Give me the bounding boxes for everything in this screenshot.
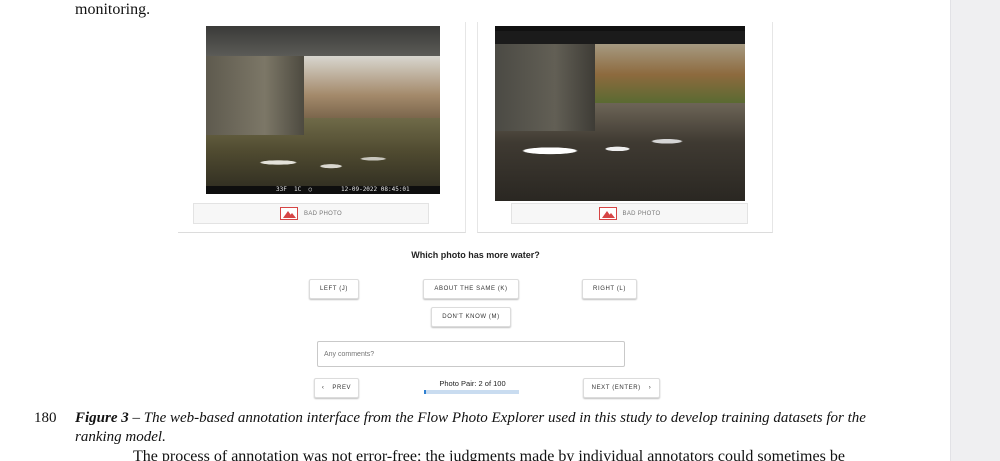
caption-label: Figure 3	[75, 410, 129, 426]
dont-know-button[interactable]: DON'T KNOW (M)	[431, 307, 511, 327]
figure-annotation-interface: 33F 1C ○ 12-09-2022 08:45:01 BAD PHOTO B…	[178, 22, 773, 400]
about-the-same-button[interactable]: ABOUT THE SAME (K)	[423, 279, 519, 299]
progress-bar	[424, 390, 519, 394]
next-label: NEXT (ENTER)	[591, 385, 641, 391]
chevron-right-icon: ›	[648, 385, 652, 391]
left-photo[interactable]: 33F 1C ○ 12-09-2022 08:45:01	[206, 26, 440, 194]
bad-photo-label: BAD PHOTO	[304, 210, 342, 217]
viewer-gutter	[950, 0, 1000, 461]
bad-photo-label: BAD PHOTO	[622, 210, 661, 217]
caption-text: – The web-based annotation interface fro…	[75, 410, 866, 445]
line-number: 180	[34, 410, 57, 426]
left-photo-timestamp: 33F 1C ○ 12-09-2022 08:45:01	[206, 186, 440, 194]
left-bad-photo-button[interactable]: BAD PHOTO	[193, 203, 429, 224]
right-bad-photo-button[interactable]: BAD PHOTO	[511, 203, 748, 224]
comments-input[interactable]	[317, 341, 625, 367]
broken-image-icon	[280, 207, 299, 220]
right-photo-card: BAD PHOTO	[477, 22, 773, 233]
question-text: Which photo has more water?	[411, 250, 540, 260]
progress-fill	[424, 390, 426, 394]
left-button[interactable]: LEFT (J)	[309, 279, 359, 299]
broken-image-icon	[598, 207, 617, 220]
right-photo[interactable]	[495, 26, 745, 201]
chevron-left-icon: ‹	[321, 385, 325, 391]
body-paragraph: The process of annotation was not error-…	[133, 448, 845, 461]
right-button[interactable]: RIGHT (L)	[582, 279, 637, 299]
right-photo-stamp-bar	[495, 26, 745, 31]
prev-label: PREV	[332, 385, 352, 391]
prev-button[interactable]: ‹ PREV	[314, 378, 359, 398]
next-button[interactable]: NEXT (ENTER) ›	[583, 378, 660, 398]
paper-page: monitoring. 33F 1C ○ 12-09-2022 08:45:01…	[0, 0, 950, 461]
preceding-text: monitoring.	[75, 1, 151, 18]
photo-pair-counter: Photo Pair: 2 of 100	[439, 379, 506, 388]
left-photo-card: 33F 1C ○ 12-09-2022 08:45:01 BAD PHOTO	[178, 22, 466, 233]
